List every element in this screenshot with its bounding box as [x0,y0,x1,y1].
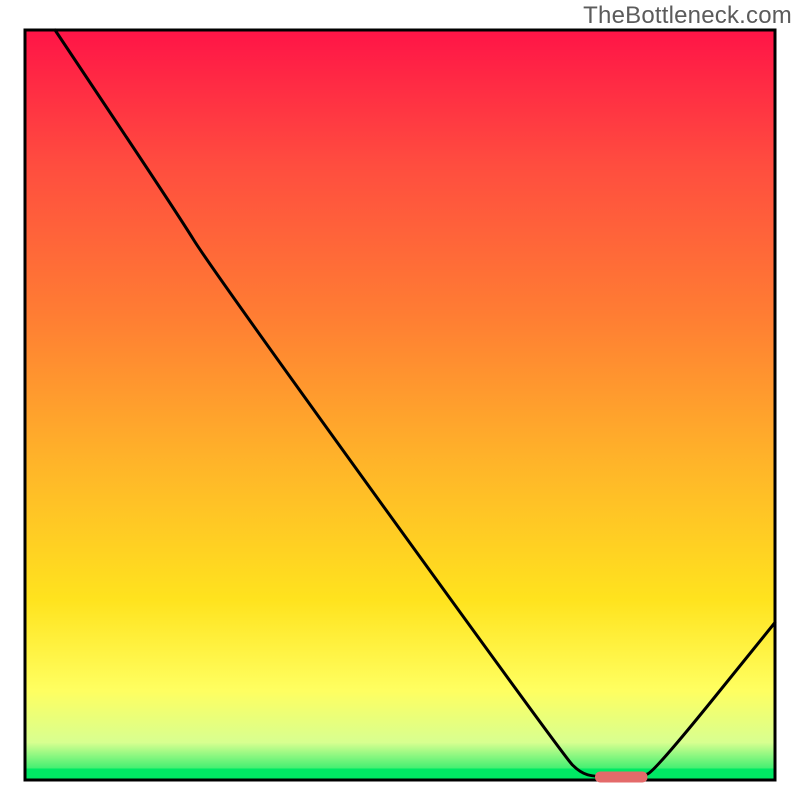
optimal-marker [595,772,648,783]
plot-background [25,30,775,780]
green-base-stripe [27,769,774,779]
chart-stage: TheBottleneck.com [0,0,800,800]
watermark-text: TheBottleneck.com [583,2,792,30]
bottleneck-chart [0,0,800,800]
